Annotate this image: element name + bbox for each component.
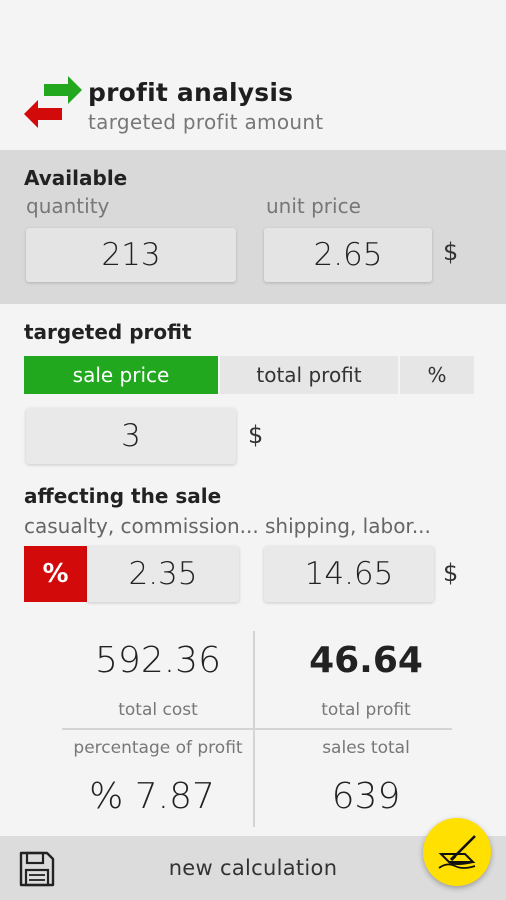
shipping-field[interactable]: 14.65 <box>264 546 434 602</box>
tab-percent[interactable]: % <box>400 356 474 394</box>
targeted-profit-currency: $ <box>248 421 264 449</box>
signature-fab-button[interactable] <box>423 818 491 886</box>
unit-price-currency: $ <box>443 238 459 266</box>
casualty-field[interactable]: 2.35 <box>87 546 239 602</box>
casualty-label: casualty, commission... <box>24 514 259 538</box>
total-profit-value: 46.64 <box>309 640 423 681</box>
percentage-of-profit-value: % 7.87 <box>89 776 215 817</box>
percentage-of-profit-label: percentage of profit <box>73 738 243 758</box>
total-cost-label: total cost <box>118 700 198 720</box>
targeted-profit-title: targeted profit <box>24 320 192 344</box>
targeted-profit-field[interactable]: 3 <box>26 408 236 464</box>
tab-total-profit[interactable]: total profit <box>220 356 398 394</box>
stats-horizontal-divider <box>62 728 452 730</box>
signature-pen-icon <box>438 835 476 869</box>
percent-toggle-button[interactable]: % <box>24 546 87 602</box>
sales-total-value: 639 <box>331 776 401 817</box>
available-section: Available quantity unit price 213 2.65 $ <box>0 150 506 304</box>
total-profit-label: total profit <box>321 700 411 720</box>
targeted-profit-tabs: sale price total profit % <box>24 356 474 394</box>
sales-total-label: sales total <box>322 738 410 758</box>
tab-sale-price[interactable]: sale price <box>24 356 218 394</box>
page-title: profit analysis <box>88 78 294 107</box>
shipping-label: shipping, labor... <box>265 514 431 538</box>
header: profit analysis targeted profit amount <box>0 0 506 150</box>
page-subtitle: targeted profit amount <box>88 110 324 134</box>
quantity-label: quantity <box>26 194 110 218</box>
total-cost-value: 592.36 <box>95 640 221 681</box>
unit-price-field[interactable]: 2.65 <box>264 228 432 282</box>
unit-price-label: unit price <box>266 194 361 218</box>
quantity-field[interactable]: 213 <box>26 228 236 282</box>
swap-arrows-icon <box>24 76 82 128</box>
available-title: Available <box>24 166 128 190</box>
shipping-currency: $ <box>443 559 459 587</box>
affecting-sale-title: affecting the sale <box>24 484 222 508</box>
